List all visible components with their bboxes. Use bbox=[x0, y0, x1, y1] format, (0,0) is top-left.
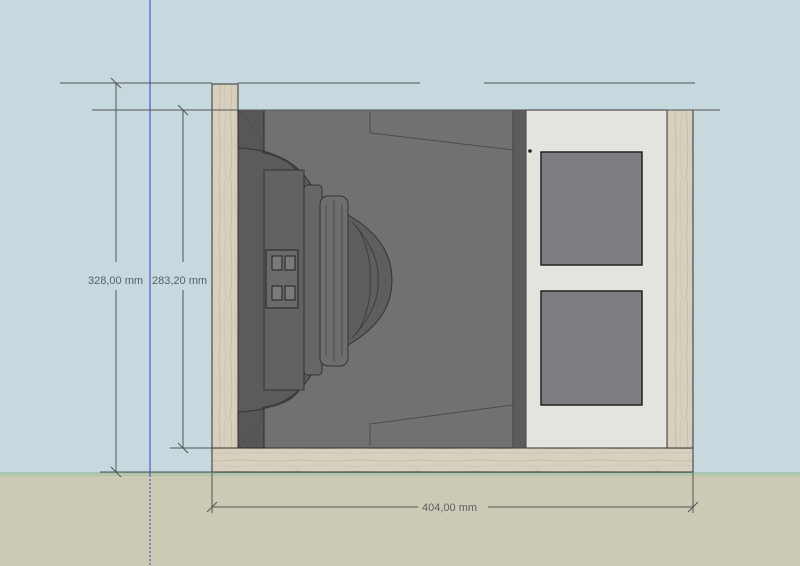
terminal-upper bbox=[271, 255, 283, 271]
speaker-enclosure[interactable] bbox=[211, 83, 694, 473]
sketchup-viewport[interactable]: 328,00 mm 283,20 mm 404,00 mm bbox=[0, 0, 800, 566]
right-wall-panel[interactable] bbox=[666, 109, 694, 449]
terminal-upper-2 bbox=[284, 255, 296, 271]
terminal-lower-2 bbox=[284, 285, 296, 301]
bottom-panel[interactable] bbox=[211, 447, 694, 473]
left-wall-panel[interactable] bbox=[211, 83, 239, 473]
dimension-label-width: 404,00 mm bbox=[422, 502, 477, 514]
dimension-label-inner-height: 283,20 mm bbox=[152, 275, 207, 287]
ground-plane bbox=[0, 475, 800, 566]
driver-motor-plate bbox=[303, 184, 323, 376]
chamber-inner-strip bbox=[512, 109, 527, 449]
dimension-label-total-height: 328,00 mm bbox=[88, 275, 143, 287]
terminal-lower bbox=[271, 285, 283, 301]
reference-marker bbox=[528, 149, 532, 153]
port-lower[interactable] bbox=[540, 290, 643, 406]
port-upper[interactable] bbox=[540, 151, 643, 266]
